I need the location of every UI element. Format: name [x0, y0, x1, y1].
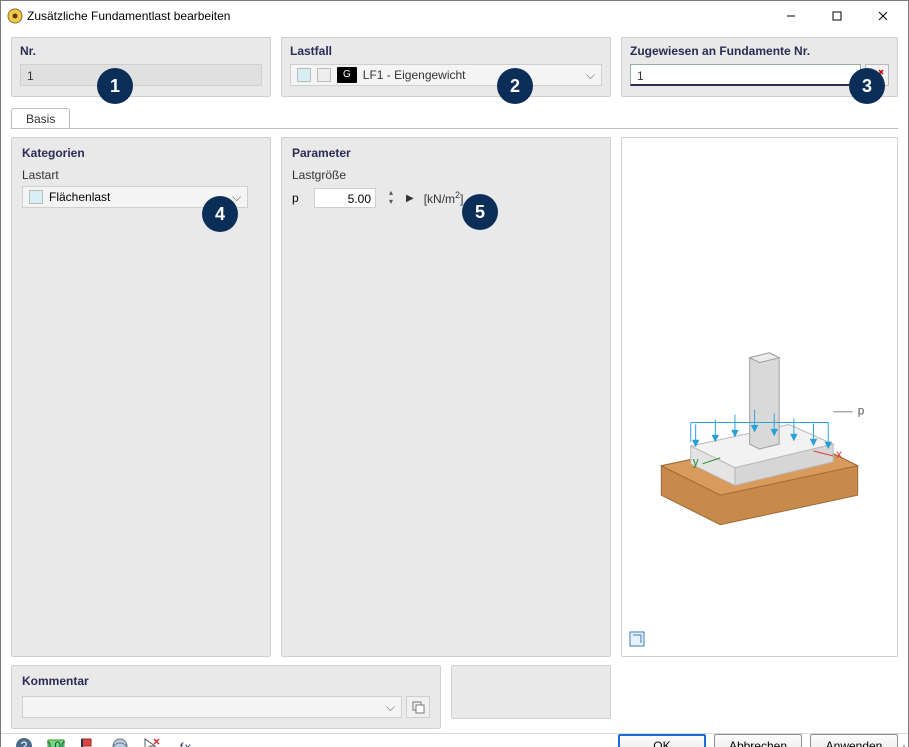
svg-text:?: ? [21, 739, 28, 747]
comment-input[interactable]: ⌵ [22, 696, 402, 718]
svg-text:0,00: 0,00 [47, 739, 65, 747]
assigned-field-box: Zugewiesen an Fundamente Nr. 1 3 [621, 37, 898, 97]
tool-button-4[interactable]: ƒx [171, 734, 197, 747]
loadcase-value: LF1 - Eigengewicht [363, 64, 466, 86]
assigned-input[interactable]: 1 [630, 64, 861, 86]
p-unit: [kN/m2] [424, 190, 464, 206]
cancel-button[interactable]: Abbrechen [714, 734, 802, 747]
number-label: Nr. [20, 44, 262, 58]
assigned-label: Zugewiesen an Fundamente Nr. [630, 44, 889, 58]
loadcase-field-box: Lastfall G LF1 - Eigengewicht ⌵ 2 [281, 37, 611, 97]
function-icon: ƒx [175, 737, 193, 747]
flag-icon [79, 737, 97, 747]
chevron-down-icon: ⌵ [232, 190, 241, 205]
foundation-illustration: x y p [622, 138, 897, 656]
unit-suffix: ] [460, 192, 463, 206]
help-button[interactable]: ? [11, 734, 37, 747]
loadtype-label: Lastart [22, 168, 260, 182]
preview-viewport[interactable]: x y p [621, 137, 898, 657]
tool-button-3[interactable] [139, 734, 165, 747]
tool-button-1[interactable] [75, 734, 101, 747]
chevron-down-icon: ⌵ [386, 700, 395, 715]
app-icon [7, 8, 23, 24]
ok-button[interactable]: OK [618, 734, 706, 747]
help-icon: ? [15, 737, 33, 747]
parameter-header: Parameter [292, 146, 600, 160]
tool-button-2[interactable] [107, 734, 133, 747]
load-magnitude-label: Lastgröße [292, 168, 600, 182]
cursor-delete-icon [143, 737, 161, 747]
comment-header: Kommentar [22, 674, 430, 688]
units-button[interactable]: 0,00 [43, 734, 69, 747]
loadcase-type-badge: G [337, 67, 357, 83]
loadcase-label: Lastfall [290, 44, 602, 58]
comment-panel: Kommentar ⌵ [11, 665, 441, 729]
color-swatch-icon [317, 68, 331, 82]
pick-in-view-button[interactable] [865, 64, 889, 86]
categories-header: Kategorien [22, 146, 260, 160]
loadtype-dropdown[interactable]: Flächenlast ⌵ [22, 186, 248, 208]
number-value: 1 [20, 64, 262, 86]
minimize-button[interactable] [768, 1, 814, 31]
copy-icon [411, 700, 425, 714]
loadtype-value: Flächenlast [49, 190, 110, 204]
dialog-footer: ? 0,00 ƒx OK Abbrechen Anwenden [1, 733, 908, 747]
color-swatch-icon [297, 68, 311, 82]
p-spinner[interactable]: ▴ ▾ [386, 189, 396, 207]
apply-button[interactable]: Anwenden [810, 734, 898, 747]
close-button[interactable] [860, 1, 906, 31]
titlebar: Zusätzliche Fundamentlast bearbeiten [1, 1, 908, 31]
parameter-panel: Parameter Lastgröße p 5.00 ▴ ▾ ▶ [kN/m2] [281, 137, 611, 657]
axis-x-label: x [836, 448, 842, 461]
axis-y-label: y [693, 456, 699, 469]
cursor-pick-icon [870, 68, 884, 82]
aux-panel [451, 665, 611, 719]
window-title: Zusätzliche Fundamentlast bearbeiten [23, 9, 768, 23]
categories-panel: Kategorien Lastart Flächenlast ⌵ 4 [11, 137, 271, 657]
number-field-box: Nr. 1 1 [11, 37, 271, 97]
apply-arrow-icon[interactable]: ▶ [406, 193, 414, 204]
viewport-options-button[interactable] [628, 630, 648, 650]
spinner-down-icon: ▾ [386, 198, 396, 207]
p-symbol: p [292, 191, 304, 205]
chevron-down-icon: ⌵ [586, 64, 595, 86]
unit-prefix: [kN/m [424, 192, 455, 206]
tab-basis[interactable]: Basis [11, 108, 70, 129]
loadcase-dropdown[interactable]: G LF1 - Eigengewicht ⌵ [290, 64, 602, 86]
comment-copy-button[interactable] [406, 696, 430, 718]
svg-text:ƒx: ƒx [178, 740, 192, 747]
globe-icon [111, 737, 129, 747]
maximize-button[interactable] [814, 1, 860, 31]
color-swatch-icon [29, 190, 43, 204]
load-p-label: p [858, 405, 865, 418]
p-value-input[interactable]: 5.00 [314, 188, 376, 208]
decimal-icon: 0,00 [47, 737, 65, 747]
